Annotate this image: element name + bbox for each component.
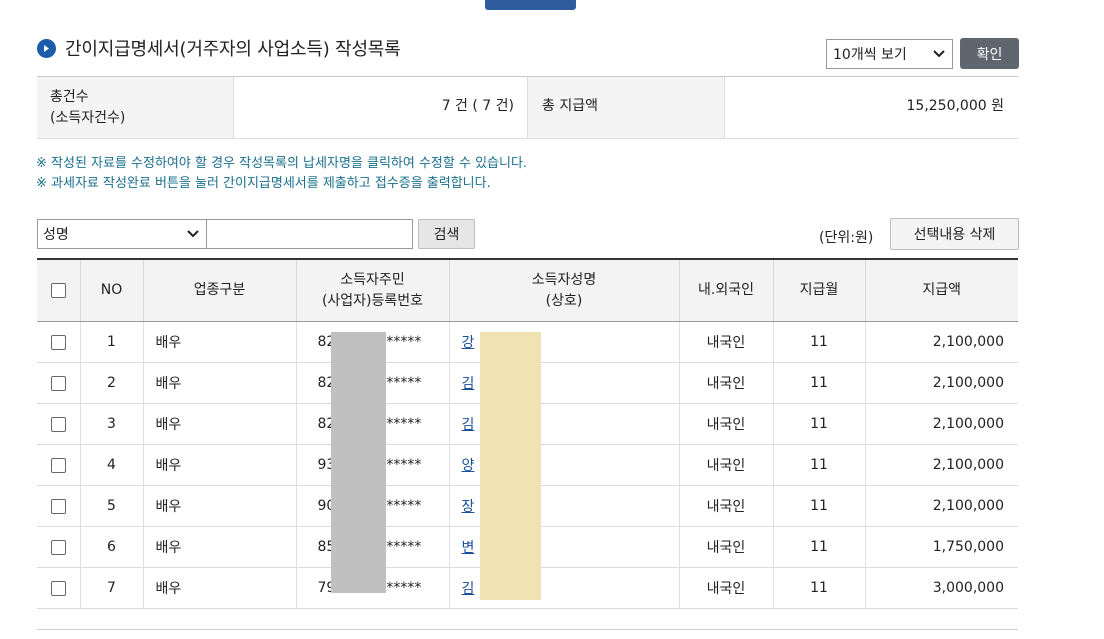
row-amount: 2,100,000: [864, 321, 1018, 363]
row-no: 2: [79, 362, 143, 404]
row-no: 1: [79, 321, 143, 363]
row-name-link[interactable]: 양: [462, 458, 475, 474]
header-reg-no-line2: (사업자)등록번호: [321, 292, 424, 309]
per-page-select[interactable]: 10개씩 보기: [826, 39, 953, 69]
row-amount: 2,100,000: [864, 362, 1018, 404]
row-checkbox-cell: [37, 485, 80, 527]
row-checkbox-cell: [37, 362, 80, 404]
row-nationality: 내국인: [678, 321, 773, 363]
row-checkbox-cell: [37, 321, 80, 363]
search-field-select[interactable]: 성명: [37, 219, 207, 249]
row-business-type: 배우: [142, 362, 296, 404]
redaction-block-name: [480, 332, 541, 600]
row-pay-month: 11: [772, 485, 865, 527]
row-no: 3: [79, 403, 143, 445]
row-nationality: 내국인: [678, 362, 773, 404]
select-all-checkbox[interactable]: [50, 282, 66, 298]
row-checkbox[interactable]: [50, 539, 66, 555]
arrow-right-circle-icon: [37, 38, 56, 58]
notice-text: ※ 작성된 자료를 수정하여야 할 경우 작성목록의 납세자명을 클릭하여 수정…: [36, 154, 527, 194]
row-checkbox[interactable]: [50, 375, 66, 391]
row-checkbox-cell: [37, 403, 80, 445]
unit-label: (단위:원): [819, 230, 874, 246]
header-nationality: 내.외국인: [678, 258, 773, 322]
header-name: 소득자성명 (상호): [448, 258, 679, 322]
row-pay-month: 11: [772, 403, 865, 445]
total-count-value: 7 건 ( 7 건): [233, 77, 527, 138]
header-reg-no-line1: 소득자주민: [340, 271, 405, 288]
total-amount-label: 총 지급액: [527, 77, 724, 138]
row-checkbox-cell: [37, 526, 80, 568]
row-business-type: 배우: [142, 526, 296, 568]
row-amount: 3,000,000: [864, 567, 1018, 609]
row-pay-month: 11: [772, 567, 865, 609]
row-amount: 2,100,000: [864, 403, 1018, 445]
header-reg-no: 소득자주민 (사업자)등록번호: [295, 258, 449, 322]
row-checkbox[interactable]: [50, 334, 66, 350]
search-field-selected: 성명: [43, 227, 69, 243]
search-button[interactable]: 검색: [418, 219, 475, 249]
header-name-line2: (상호): [545, 292, 583, 309]
page-title-row: 간이지급명세서(거주자의 사업소득) 작성목록: [37, 36, 401, 60]
chevron-down-icon: [186, 226, 200, 246]
row-amount: 2,100,000: [864, 444, 1018, 486]
row-name-link[interactable]: 장: [462, 499, 475, 515]
row-name-link[interactable]: 김: [462, 417, 475, 433]
row-business-type: 배우: [142, 403, 296, 445]
row-no: 4: [79, 444, 143, 486]
row-nationality: 내국인: [678, 526, 773, 568]
summary-table: 총건수 (소득자건수) 7 건 ( 7 건) 총 지급액 15,250,000 …: [37, 76, 1018, 139]
row-business-type: 배우: [142, 321, 296, 363]
redaction-block-reg-no: [331, 332, 386, 593]
row-checkbox[interactable]: [50, 416, 66, 432]
search-input[interactable]: [206, 219, 413, 249]
row-nationality: 내국인: [678, 485, 773, 527]
row-checkbox[interactable]: [50, 580, 66, 596]
chevron-down-icon: [932, 46, 946, 66]
header-name-line1: 소득자성명: [531, 271, 597, 288]
row-name-link[interactable]: 김: [462, 581, 475, 597]
page-title: 간이지급명세서(거주자의 사업소득) 작성목록: [65, 39, 401, 60]
row-business-type: 배우: [142, 567, 296, 609]
row-checkbox[interactable]: [50, 498, 66, 514]
notice-line-1: ※ 작성된 자료를 수정하여야 할 경우 작성목록의 납세자명을 클릭하여 수정…: [36, 156, 528, 171]
row-nationality: 내국인: [678, 403, 773, 445]
row-pay-month: 11: [772, 444, 865, 486]
header-amount: 지급액: [864, 258, 1018, 322]
per-page-selected: 10개씩 보기: [833, 47, 907, 63]
row-business-type: 배우: [142, 444, 296, 486]
top-nav-tab[interactable]: [485, 0, 576, 10]
row-name-link[interactable]: 김: [462, 376, 475, 392]
row-name-link[interactable]: 강: [462, 335, 475, 351]
total-count-label-line2: (소득자건수): [50, 110, 126, 126]
delete-selected-button[interactable]: 선택내용 삭제: [890, 218, 1019, 250]
row-no: 5: [79, 485, 143, 527]
row-checkbox[interactable]: [50, 457, 66, 473]
row-pay-month: 11: [772, 362, 865, 404]
confirm-button[interactable]: 확인: [960, 38, 1019, 69]
row-checkbox-cell: [37, 567, 80, 609]
row-business-type: 배우: [142, 485, 296, 527]
row-amount: 1,750,000: [864, 526, 1018, 568]
table-header-row: NO 업종구분 소득자주민 (사업자)등록번호 소득자성명 (상호) 내.외국인…: [37, 258, 1018, 322]
total-amount-value: 15,250,000 원: [724, 77, 1018, 138]
row-pay-month: 11: [772, 526, 865, 568]
header-no: NO: [79, 258, 143, 322]
row-pay-month: 11: [772, 321, 865, 363]
divider: [37, 629, 1018, 630]
row-no: 7: [79, 567, 143, 609]
row-nationality: 내국인: [678, 444, 773, 486]
row-amount: 2,100,000: [864, 485, 1018, 527]
row-checkbox-cell: [37, 444, 80, 486]
header-select-all: [37, 258, 80, 322]
total-count-label-line1: 총건수: [50, 89, 89, 105]
header-pay-month: 지급월: [772, 258, 865, 322]
header-business-type: 업종구분: [142, 258, 296, 322]
row-nationality: 내국인: [678, 567, 773, 609]
total-count-label: 총건수 (소득자건수): [37, 77, 233, 138]
row-no: 6: [79, 526, 143, 568]
notice-line-2: ※ 과세자료 작성완료 버튼을 눌러 간이지급명세서를 제출하고 접수증을 출력…: [36, 176, 491, 191]
row-name-link[interactable]: 변: [462, 540, 475, 556]
